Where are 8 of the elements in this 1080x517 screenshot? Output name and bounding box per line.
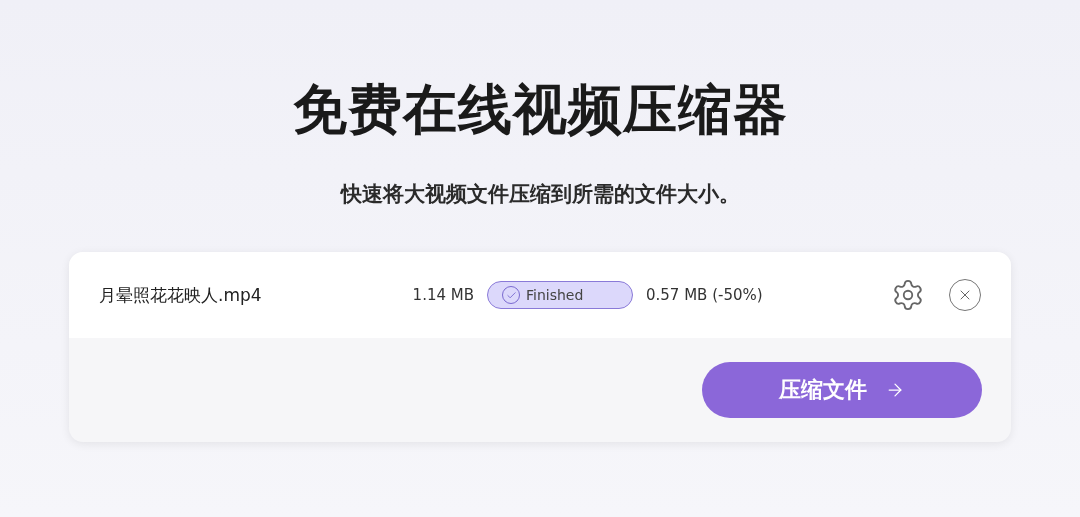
compressed-size: 0.57 MB (-50%): [646, 286, 763, 304]
settings-icon[interactable]: [891, 278, 925, 312]
file-name: 月晕照花花映人.mp4: [99, 283, 263, 307]
original-size: 1.14 MB: [411, 286, 474, 304]
page-subtitle: 快速将大视频文件压缩到所需的文件大小。: [340, 181, 740, 208]
compress-button[interactable]: 压缩文件: [702, 362, 982, 418]
page-title: 免费在线视频压缩器: [292, 77, 788, 143]
status-label: Finished: [526, 287, 584, 303]
